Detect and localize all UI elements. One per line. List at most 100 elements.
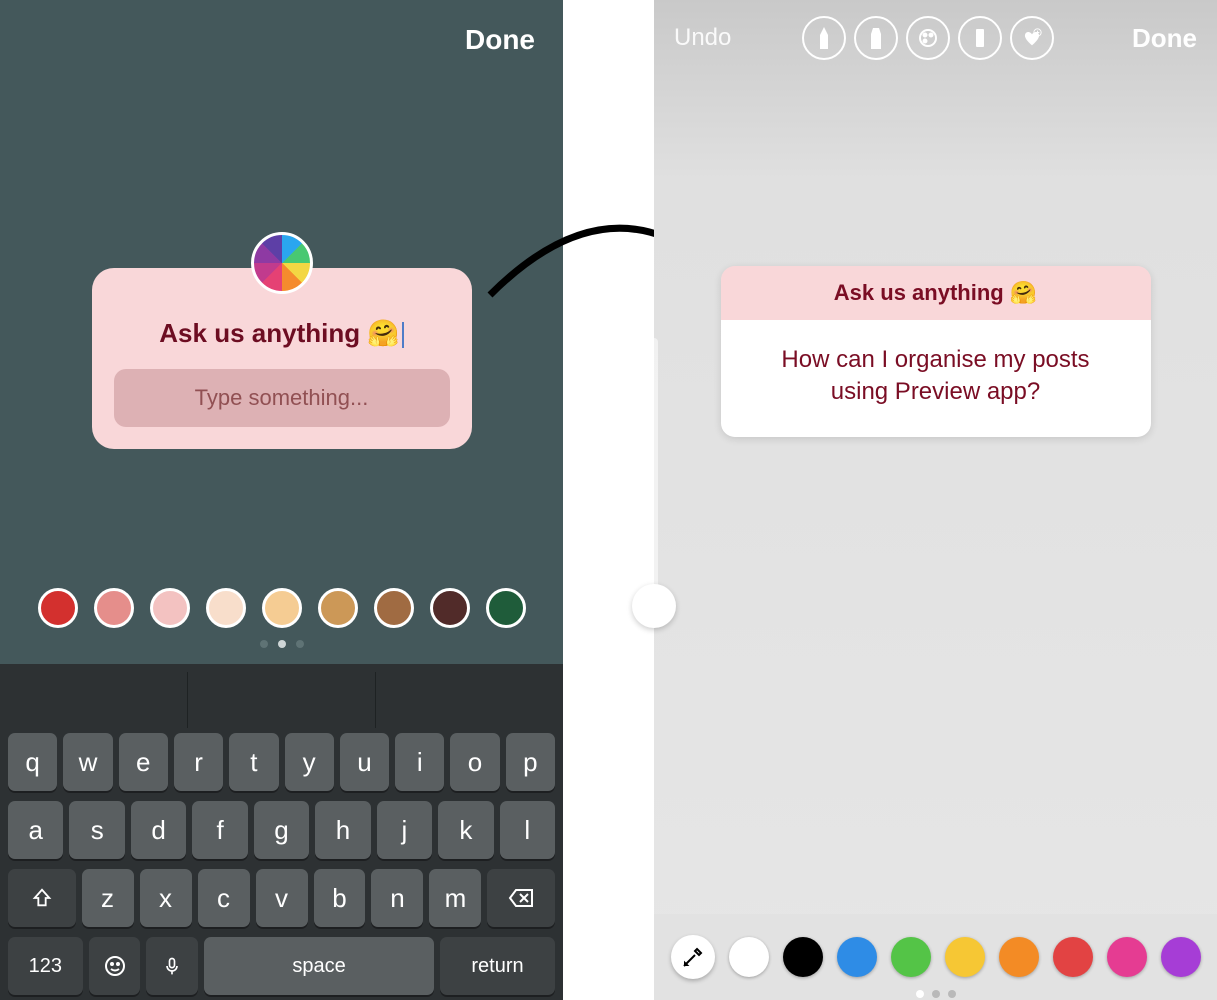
- question-response-field: Type something...: [114, 369, 450, 427]
- key-i[interactable]: i: [395, 733, 444, 791]
- color-swatch[interactable]: [837, 937, 877, 977]
- left-header: Done: [0, 0, 563, 80]
- done-button[interactable]: Done: [465, 24, 535, 56]
- key-y[interactable]: y: [285, 733, 334, 791]
- eraser-tool-button[interactable]: [958, 16, 1002, 60]
- tutorial-composite: Done Ask us anything 🤗 Type something...: [0, 0, 1217, 1000]
- keyboard-row-4: 123 space return: [0, 932, 563, 1000]
- phone-left-story-editor: Done Ask us anything 🤗 Type something...: [0, 0, 563, 1000]
- key-a[interactable]: a: [8, 801, 63, 859]
- draw-color-pager: [916, 990, 956, 998]
- color-swatch[interactable]: [38, 588, 78, 628]
- backspace-icon: [508, 888, 534, 908]
- pager-dot[interactable]: [948, 990, 956, 998]
- return-key[interactable]: return: [440, 937, 555, 995]
- pen-icon: [814, 25, 834, 51]
- pager-dot[interactable]: [932, 990, 940, 998]
- draw-color-row: [654, 914, 1217, 1000]
- pager-dot[interactable]: [296, 640, 304, 648]
- key-q[interactable]: q: [8, 733, 57, 791]
- heart-plus-icon: [1021, 27, 1043, 49]
- key-l[interactable]: l: [500, 801, 555, 859]
- keyboard-row-1: qwertyuiop: [0, 728, 563, 796]
- color-swatch[interactable]: [945, 937, 985, 977]
- key-o[interactable]: o: [450, 733, 499, 791]
- brush-size-track[interactable]: [650, 338, 658, 608]
- marker-icon: [866, 25, 886, 51]
- shift-key[interactable]: [8, 869, 76, 927]
- key-m[interactable]: m: [429, 869, 481, 927]
- color-swatch[interactable]: [729, 937, 769, 977]
- marker-tool-button[interactable]: [854, 16, 898, 60]
- key-x[interactable]: x: [140, 869, 192, 927]
- key-j[interactable]: j: [377, 801, 432, 859]
- key-v[interactable]: v: [256, 869, 308, 927]
- key-k[interactable]: k: [438, 801, 493, 859]
- color-swatch[interactable]: [1107, 937, 1147, 977]
- pen-tool-button[interactable]: [802, 16, 846, 60]
- key-b[interactable]: b: [314, 869, 366, 927]
- undo-button[interactable]: Undo: [674, 24, 731, 52]
- pager-dot[interactable]: [916, 990, 924, 998]
- numeric-key[interactable]: 123: [8, 937, 83, 995]
- question-prompt-label: Ask us anything 🤗: [721, 266, 1151, 320]
- question-prompt-input[interactable]: Ask us anything 🤗: [114, 318, 450, 349]
- eyedropper-button[interactable]: [671, 935, 715, 979]
- shift-icon: [31, 887, 53, 909]
- key-n[interactable]: n: [371, 869, 423, 927]
- key-e[interactable]: e: [119, 733, 168, 791]
- heart-tool-button[interactable]: [1010, 16, 1054, 60]
- color-swatch[interactable]: [262, 588, 302, 628]
- brush-size-handle[interactable]: [632, 584, 676, 628]
- key-f[interactable]: f: [192, 801, 247, 859]
- ios-keyboard: qwertyuiop asdfghjkl zxcvbnm 123 space: [0, 664, 563, 1000]
- color-swatch[interactable]: [430, 588, 470, 628]
- text-cursor: [402, 322, 404, 348]
- key-g[interactable]: g: [254, 801, 309, 859]
- suggestion-slot[interactable]: [0, 672, 188, 728]
- key-d[interactable]: d: [131, 801, 186, 859]
- swatch-pager: [0, 640, 563, 648]
- backspace-key[interactable]: [487, 869, 555, 927]
- key-r[interactable]: r: [174, 733, 223, 791]
- color-swatch[interactable]: [783, 937, 823, 977]
- key-u[interactable]: u: [340, 733, 389, 791]
- pager-dot[interactable]: [278, 640, 286, 648]
- color-swatch[interactable]: [999, 937, 1039, 977]
- question-response-text: How can I organise my posts using Previe…: [721, 320, 1151, 437]
- emoji-icon: [103, 954, 127, 978]
- key-t[interactable]: t: [229, 733, 278, 791]
- color-swatch[interactable]: [374, 588, 414, 628]
- color-swatch[interactable]: [206, 588, 246, 628]
- pager-dot[interactable]: [260, 640, 268, 648]
- color-swatch[interactable]: [94, 588, 134, 628]
- space-key[interactable]: space: [204, 937, 434, 995]
- color-swatch[interactable]: [1161, 937, 1201, 977]
- right-header: Undo Done: [654, 0, 1217, 76]
- eraser-icon: [970, 25, 990, 51]
- dictation-key[interactable]: [146, 937, 198, 995]
- color-swatch[interactable]: [150, 588, 190, 628]
- color-swatch-row: [0, 588, 563, 628]
- key-c[interactable]: c: [198, 869, 250, 927]
- suggestion-slot[interactable]: [188, 672, 376, 728]
- color-swatch[interactable]: [486, 588, 526, 628]
- phone-right-draw-editor: Undo Done: [654, 0, 1217, 1000]
- suggestion-slot[interactable]: [376, 672, 563, 728]
- left-canvas[interactable]: Ask us anything 🤗 Type something... qwer…: [0, 80, 563, 1000]
- key-h[interactable]: h: [315, 801, 370, 859]
- right-canvas[interactable]: Ask us anything 🤗 How can I organise my …: [654, 76, 1217, 1000]
- neon-tool-button[interactable]: [906, 16, 950, 60]
- key-z[interactable]: z: [82, 869, 134, 927]
- color-swatch[interactable]: [1053, 937, 1093, 977]
- color-swatch[interactable]: [891, 937, 931, 977]
- question-sticker-response[interactable]: Ask us anything 🤗 How can I organise my …: [721, 266, 1151, 437]
- key-w[interactable]: w: [63, 733, 112, 791]
- eyedropper-icon: [681, 945, 705, 969]
- done-button[interactable]: Done: [1132, 23, 1197, 54]
- key-s[interactable]: s: [69, 801, 124, 859]
- question-sticker-editing[interactable]: Ask us anything 🤗 Type something...: [92, 268, 472, 449]
- key-p[interactable]: p: [506, 733, 555, 791]
- emoji-key[interactable]: [89, 937, 141, 995]
- color-swatch[interactable]: [318, 588, 358, 628]
